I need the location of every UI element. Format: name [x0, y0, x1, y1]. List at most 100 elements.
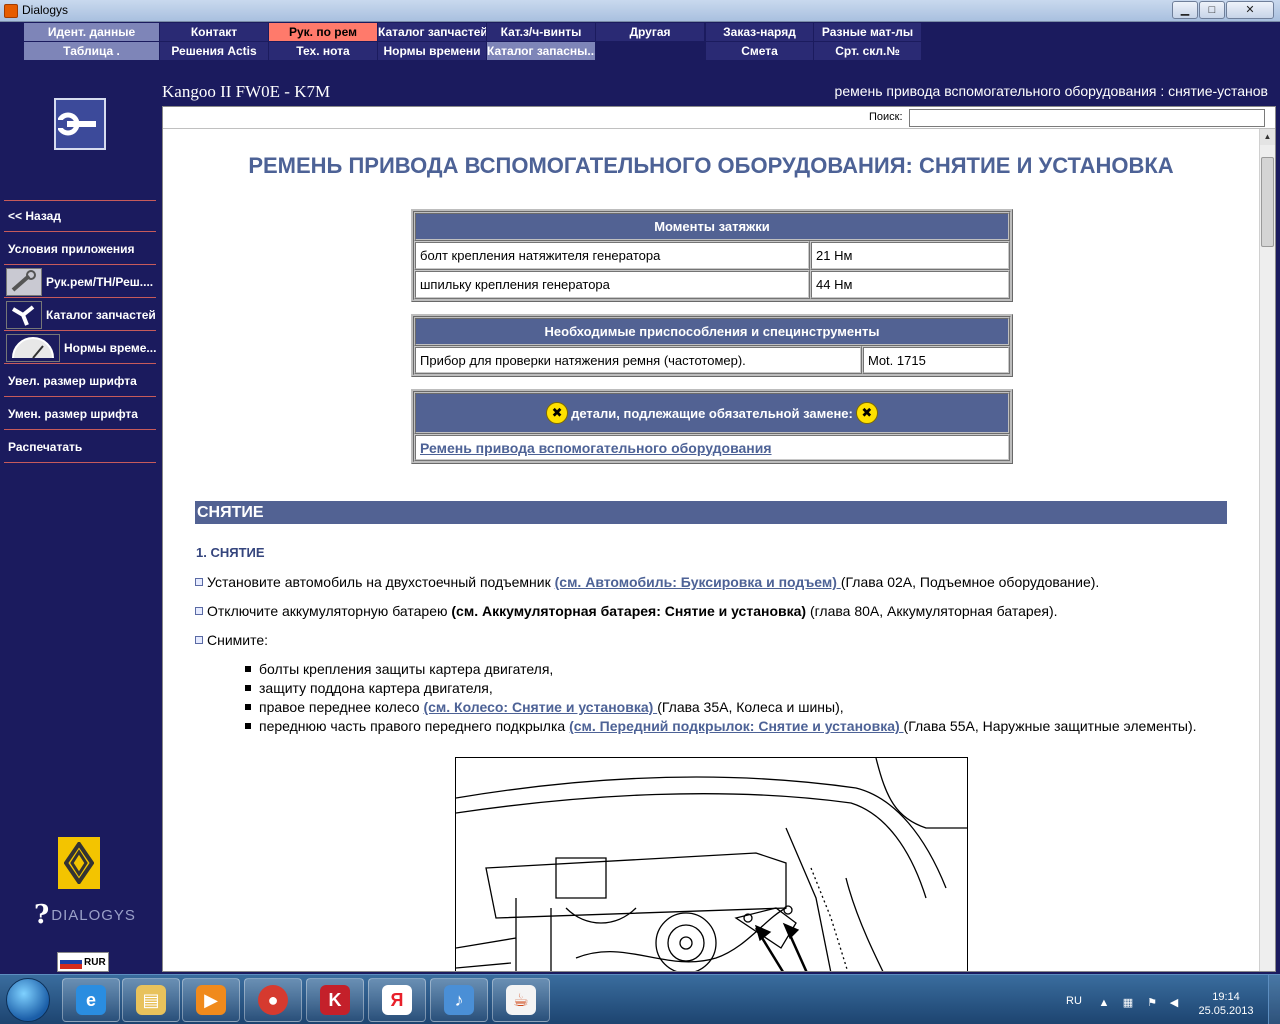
wrench-icon [6, 267, 42, 296]
list-item-text: переднюю часть правого переднего подкрыл… [259, 718, 570, 734]
tool-item: Прибор для проверки натяжения ремня (час… [414, 346, 862, 374]
list-item: защиту поддона картера двигателя, [245, 680, 1197, 699]
row2-item-3[interactable]: Нормы времени [378, 42, 487, 60]
row2-item-2[interactable]: Тех. нота [269, 42, 378, 60]
row1-item-7[interactable]: Заказ-наряд [706, 23, 814, 41]
sidebar-item-1[interactable]: Условия приложения [4, 233, 156, 265]
start-button[interactable] [6, 978, 50, 1022]
list-item-text: защиту поддона картера двигателя, [259, 680, 493, 696]
list-item-text: правое переднее колесо [259, 699, 424, 715]
torque-table: Моменты затяжки болт крепления натяжител… [411, 209, 1013, 302]
top-menu-row-2: Таблица . Решения Actis Тех. нота Нормы вре… [24, 42, 922, 60]
row2-item-0[interactable]: Таблица . [24, 42, 160, 60]
bullet-icon [195, 636, 203, 644]
clock-date: 25.05.2013 [1198, 1005, 1254, 1017]
sidebar-item-2[interactable]: Рук.рем/ТН/Реш.... [4, 266, 156, 298]
taskbar-media-player[interactable]: ▶ [182, 978, 240, 1022]
table-row: Прибор для проверки натяжения ремня (час… [414, 346, 1010, 374]
page-title: РЕМЕНЬ ПРИВОДА ВСПОМОГАТЕЛЬНОГО ОБОРУДОВ… [248, 153, 1174, 178]
taskbar-explorer[interactable]: ▤ [122, 978, 180, 1022]
torque-table-header: Моменты затяжки [414, 212, 1010, 241]
list-item-text: (Глава 35A, Колеса и шины), [657, 699, 844, 715]
renault-logo-icon [58, 837, 100, 889]
search-input[interactable] [909, 109, 1265, 127]
belt-part-link[interactable]: Ремень привода вспомогательного оборудов… [420, 440, 772, 456]
window-titlebar: Dialogys ▁ □ ✕ [0, 0, 1280, 22]
sidebar-item-5[interactable]: Увел. размер шрифта [4, 365, 156, 397]
engine-bay-illustration [455, 757, 968, 971]
taskbar-chrome[interactable]: ● [244, 978, 302, 1022]
sidebar-item-4[interactable]: Нормы време... [4, 332, 156, 364]
scroll-thumb[interactable] [1261, 157, 1274, 247]
row2-item-6[interactable]: Смета [706, 42, 814, 60]
yandex-icon: Я [382, 985, 412, 1015]
maximize-button[interactable]: □ [1199, 1, 1225, 19]
sidebar-item-7[interactable]: Распечатать [4, 431, 156, 463]
sidebar-item-3[interactable]: Каталог запчастей [4, 299, 156, 331]
towing-lifting-link[interactable]: (см. Автомобиль: Буксировка и подъем) [555, 574, 841, 590]
sidebar: << Назад Условия приложения Рук.рем/ТН/Реш… [0, 82, 160, 974]
row2-item-1[interactable]: Решения Actis [160, 42, 269, 60]
clock-time: 19:14 [1212, 991, 1240, 1003]
java-icon: ☕ [506, 985, 536, 1015]
list-item: переднюю часть правого переднего подкрыл… [245, 718, 1197, 737]
tools-table-header: Необходимые приспособления и специнструм… [414, 317, 1010, 346]
taskbar-ie[interactable]: e [62, 978, 120, 1022]
explorer-icon: ▤ [136, 985, 166, 1015]
table-row: Ремень привода вспомогательного оборудов… [414, 434, 1010, 461]
close-button[interactable]: ✕ [1226, 1, 1274, 19]
row1-item-5[interactable]: Другая [596, 23, 705, 41]
search-label: Поиск: [869, 111, 903, 123]
row1-item-0[interactable]: Идент. данные [24, 23, 160, 41]
network-icon[interactable]: ▦ [1122, 997, 1134, 1009]
instruction-remove: Снимите: [195, 632, 268, 648]
taskbar-sound[interactable]: ♪ [430, 978, 488, 1022]
scroll-up-icon[interactable]: ▲ [1260, 129, 1275, 145]
tools-warning-icon: ✖ [546, 402, 569, 424]
clock[interactable]: 19:14 25.05.2013 [1196, 990, 1256, 1018]
section-heading: СНЯТИЕ [195, 501, 1227, 524]
tray-expand-icon[interactable]: ▲ [1098, 997, 1110, 1009]
torque-item: шпильку крепления генератора [414, 270, 810, 299]
volume-icon[interactable]: ◀ [1168, 997, 1180, 1009]
row1-item-8[interactable]: Разные мат-лы [814, 23, 922, 41]
top-menu-row-1: Идент. данные Контакт Рук. по рем Каталог з… [24, 23, 922, 41]
row1-item-4[interactable]: Кат.з/ч-винты [487, 23, 596, 41]
menu-spacer [596, 42, 706, 60]
vertical-scrollbar[interactable]: ▲ [1259, 129, 1275, 971]
show-desktop-button[interactable] [1268, 975, 1280, 1024]
document-pane: Поиск: РЕМЕНЬ ПРИВОДА ВСПОМОГАТЕЛЬНОГО О… [162, 106, 1276, 972]
sidebar-item-label: << Назад [8, 208, 61, 223]
app-icon [4, 4, 18, 18]
gauge-icon [6, 333, 60, 362]
row1-item-2[interactable]: Рук. по рем [269, 23, 378, 41]
para-text: Установите автомобиль на двухстоечный по… [207, 574, 555, 590]
row2-item-7[interactable]: Срт. скл.№ [814, 42, 922, 60]
currency-selector[interactable]: RUR [57, 952, 109, 972]
sidebar-item-0[interactable]: << Назад [4, 200, 156, 232]
row2-item-4[interactable]: Каталог запасны... [487, 42, 596, 60]
row1-item-1[interactable]: Контакт [160, 23, 269, 41]
taskbar-yandex[interactable]: Я [368, 978, 426, 1022]
wheel-link[interactable]: (см. Колесо: Снятие и установка) [423, 699, 657, 715]
instruction-battery: Отключите аккумуляторную батарею (см. Ак… [195, 603, 1058, 619]
list-item: болты крепления защиты картера двигателя… [245, 661, 1197, 680]
wheel-arch-liner-link[interactable]: (см. Передний подкрылок: Снятие и устано… [569, 718, 903, 734]
removal-list: болты крепления защиты картера двигателя… [245, 661, 1197, 737]
taskbar-kaspersky[interactable]: K [306, 978, 364, 1022]
row1-item-3[interactable]: Каталог запчастей [378, 23, 487, 41]
sidebar-item-label: Рук.рем/ТН/Реш.... [46, 274, 154, 289]
keyboard-language[interactable]: RU [1066, 995, 1082, 1007]
torque-value: 21 Нм [810, 241, 1010, 270]
sidebar-item-6[interactable]: Умен. размер шрифта [4, 398, 156, 430]
para-text: (Глава 02A, Подъемное оборудование). [840, 574, 1100, 590]
action-center-flag-icon[interactable]: ⚑ [1146, 997, 1158, 1009]
search-bar: Поиск: [163, 107, 1275, 129]
sidebar-item-label: Умен. размер шрифта [8, 406, 138, 421]
minimize-button[interactable]: ▁ [1172, 1, 1198, 19]
table-row: шпильку крепления генератора 44 Нм [414, 270, 1010, 299]
torque-value: 44 Нм [810, 270, 1010, 299]
list-item-text: болты крепления защиты картера двигателя… [259, 661, 554, 677]
procedure-title: ремень привода вспомогательного оборудов… [834, 83, 1268, 99]
taskbar-java[interactable]: ☕ [492, 978, 550, 1022]
